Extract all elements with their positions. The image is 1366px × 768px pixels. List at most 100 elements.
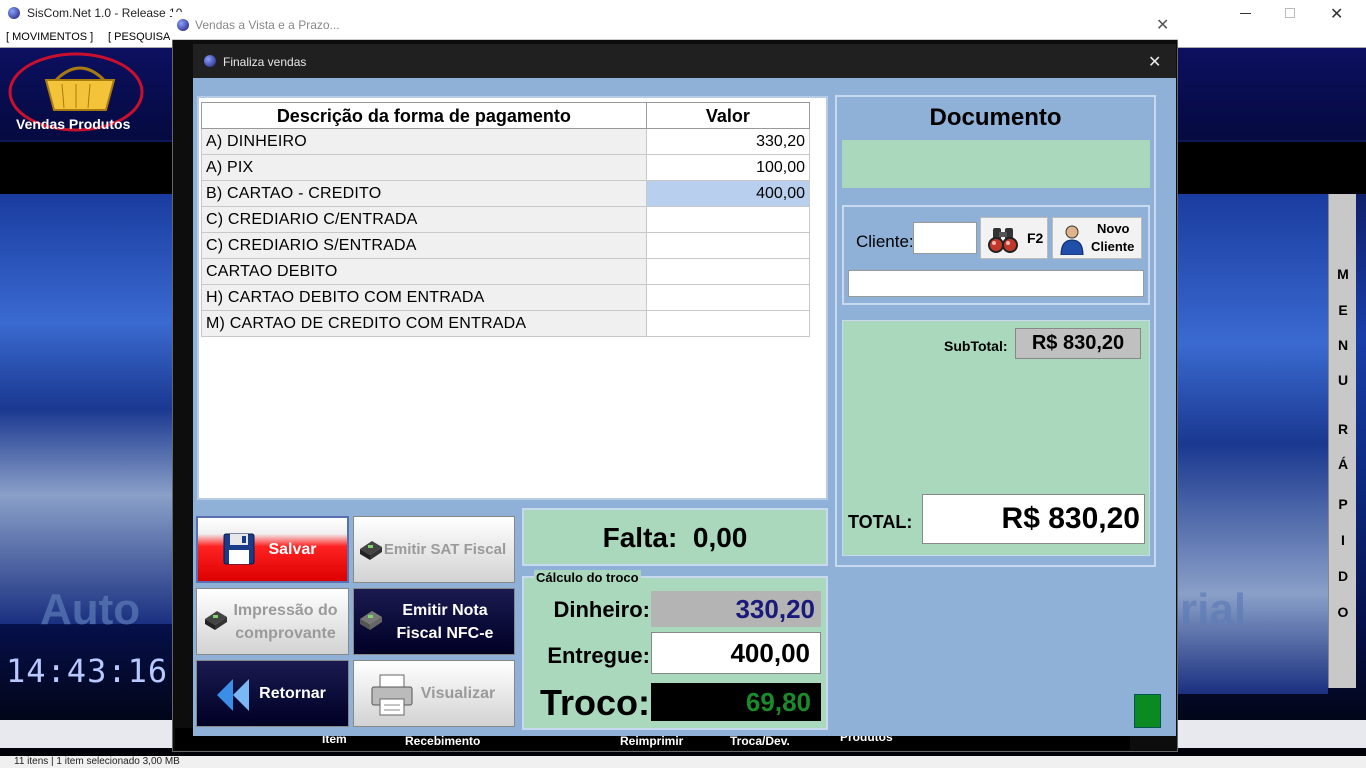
cliente-code-input[interactable]: [913, 222, 977, 254]
document-title: Documento: [929, 104, 1062, 131]
retornar-button[interactable]: Retornar: [196, 660, 349, 727]
menu-letter: O: [1337, 604, 1349, 620]
dinheiro-label: Dinheiro:: [553, 597, 650, 622]
emitir-sat-fiscal-button[interactable]: Emitir SAT Fiscal: [353, 516, 515, 583]
search-cliente-button[interactable]: F2: [980, 217, 1048, 259]
payment-value[interactable]: [645, 284, 811, 311]
payment-description: C) CREDIARIO S/ENTRADA: [201, 232, 647, 259]
payment-value[interactable]: 400,00: [645, 180, 811, 207]
printer-icon: [360, 541, 382, 560]
emitir-sat-label: Emitir SAT Fiscal: [383, 541, 507, 558]
table-row[interactable]: CARTAO DEBITO: [201, 258, 811, 285]
printer-icon: [360, 611, 382, 630]
table-row[interactable]: C) CREDIARIO C/ENTRADA: [201, 206, 811, 233]
total-label: TOTAL:: [848, 512, 913, 532]
cliente-name-field[interactable]: [848, 270, 1144, 297]
vendas-window-titlebar: Vendas a Vista e a Prazo... ✕: [172, 12, 1178, 40]
troca-dev-button[interactable]: Troca/Dev.: [730, 734, 790, 748]
falta-value: 0,00: [692, 522, 748, 553]
payment-methods-panel: Descrição da forma de pagamento Valor A)…: [197, 96, 828, 500]
window-logo-icon: [177, 19, 189, 31]
printer-icon: [371, 674, 413, 716]
table-row[interactable]: A) PIX 100,00: [201, 154, 811, 181]
dinheiro-value: 330,20: [651, 591, 821, 627]
nfce-label: Emitir Nota Fiscal NFC-e: [397, 599, 494, 645]
entregue-input[interactable]: 400,00: [651, 632, 821, 674]
app-title: SisCom.Net 1.0 - Release 10...: [27, 6, 193, 20]
clock: 14:43:16: [6, 652, 169, 690]
payment-description: A) PIX: [201, 154, 647, 181]
maximize-icon[interactable]: [1285, 8, 1295, 18]
nfce-label-line1: Emitir Nota: [402, 601, 488, 619]
impressao-label: Impressão do comprovante: [233, 599, 337, 645]
explorer-statusbar: 11 itens | 1 item selecionado 3,00 MB: [0, 756, 1366, 768]
binoculars-icon: [988, 228, 1018, 253]
column-header-description: Descrição da forma de pagamento: [201, 102, 647, 129]
entregue-label: Entregue:: [547, 643, 650, 668]
payment-description: M) CARTAO DE CREDITO COM ENTRADA: [201, 310, 647, 337]
visualizar-label: Visualizar: [420, 685, 496, 702]
menu-letter: Á: [1337, 456, 1349, 472]
menu-letter: E: [1338, 302, 1348, 318]
nfce-label-line2: Fiscal NFC-e: [396, 624, 494, 642]
menu-letter: R: [1337, 421, 1349, 437]
salvar-button[interactable]: Salvar: [196, 516, 349, 583]
payment-description: H) CARTAO DEBITO COM ENTRADA: [201, 284, 647, 311]
payment-value[interactable]: [645, 258, 811, 285]
falta-display: Falta: 0,00: [522, 508, 828, 566]
recebimento-button[interactable]: Recebimento: [405, 734, 480, 748]
payment-description: A) DINHEIRO: [201, 128, 647, 155]
table-row[interactable]: M) CARTAO DE CREDITO COM ENTRADA: [201, 310, 811, 337]
salvar-label: Salvar: [268, 541, 317, 558]
payment-value[interactable]: [645, 310, 811, 337]
menu-letter: N: [1337, 337, 1349, 353]
user-icon: [1060, 225, 1084, 255]
minimize-icon[interactable]: [1240, 13, 1251, 14]
menu-letter: I: [1341, 532, 1345, 548]
search-shortcut-label: F2: [1027, 230, 1044, 246]
impressao-label-line2: comprovante: [235, 624, 336, 642]
close-icon[interactable]: ✕: [1330, 4, 1343, 24]
novo-cliente-label-1: Novo: [1097, 221, 1130, 236]
close-icon[interactable]: ✕: [1148, 52, 1161, 72]
payment-value[interactable]: [645, 206, 811, 233]
visualizar-button[interactable]: Visualizar: [353, 660, 515, 727]
close-icon[interactable]: ✕: [1156, 15, 1169, 35]
menu-movimentos[interactable]: [ MOVIMENTOS ]: [6, 31, 93, 43]
column-header-value: Valor: [645, 102, 811, 129]
payment-value[interactable]: 330,20: [645, 128, 811, 155]
payment-methods-table: Descrição da forma de pagamento Valor A)…: [201, 102, 811, 337]
statusbar-text: 11 itens | 1 item selecionado 3,00 MB: [14, 756, 180, 767]
falta-label: Falta:: [602, 522, 678, 553]
printer-icon: [205, 611, 227, 630]
menu-rapido-strip[interactable]: M E N U R Á P I D O: [1328, 194, 1356, 688]
table-row[interactable]: C) CREDIARIO S/ENTRADA: [201, 232, 811, 259]
table-row[interactable]: B) CARTAO - CREDITO 400,00: [201, 180, 811, 207]
payment-value[interactable]: 100,00: [645, 154, 811, 181]
novo-cliente-button[interactable]: Novo Cliente: [1052, 217, 1142, 259]
payment-description: B) CARTAO - CREDITO: [201, 180, 647, 207]
novo-cliente-label-2: Cliente: [1091, 239, 1135, 254]
app-logo-icon: [8, 7, 20, 19]
table-header-row: Descrição da forma de pagamento Valor: [201, 102, 811, 129]
impressao-comprovante-button[interactable]: Impressão do comprovante: [196, 588, 349, 655]
watermark-left: Auto: [40, 585, 141, 634]
table-row[interactable]: A) DINHEIRO 330,20: [201, 128, 811, 155]
dialog-title: Finaliza vendas: [223, 55, 307, 69]
menu-letter: P: [1338, 496, 1348, 512]
dialog-logo-icon: [204, 55, 216, 67]
document-number-field: [842, 140, 1150, 188]
emitir-nfce-button[interactable]: Emitir Nota Fiscal NFC-e: [353, 588, 515, 655]
cliente-label: Cliente:: [856, 232, 914, 251]
floppy-disk-icon: [223, 533, 255, 565]
subtotal-label: SubTotal:: [944, 338, 1008, 354]
calculo-troco-title: Cálculo do troco: [534, 570, 641, 585]
vendas-window-title: Vendas a Vista e a Prazo...: [195, 18, 340, 32]
watermark-right: rial: [1180, 585, 1247, 634]
table-row[interactable]: H) CARTAO DEBITO COM ENTRADA: [201, 284, 811, 311]
vendas-produtos-label: Vendas Produtos: [16, 116, 131, 132]
menu-pesquisa[interactable]: [ PESQUISA: [108, 31, 170, 43]
reimprimir-button[interactable]: Reimprimir: [620, 734, 683, 748]
payment-value[interactable]: [645, 232, 811, 259]
troco-label: Troco:: [539, 682, 650, 723]
